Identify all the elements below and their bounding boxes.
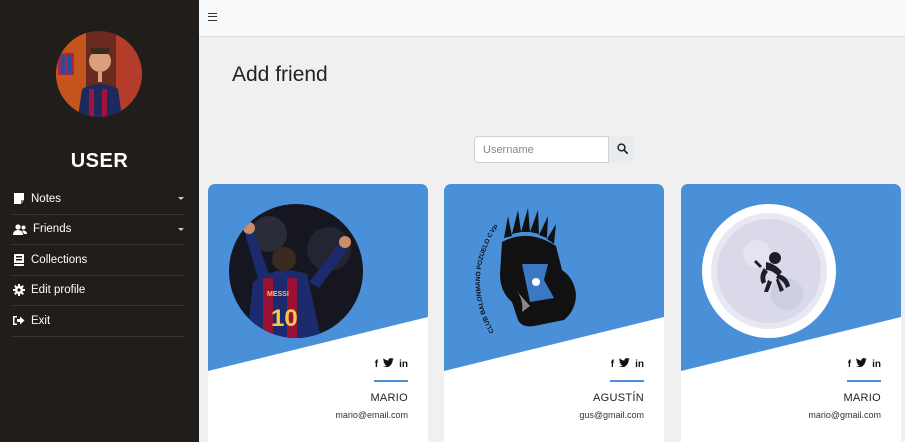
note-icon	[12, 192, 25, 205]
linkedin-icon[interactable]: in	[635, 359, 644, 370]
svg-text:CLUB BALONMANO POZUELO CVP: CLUB BALONMANO POZUELO CVP	[475, 223, 501, 334]
twitter-icon[interactable]	[383, 358, 395, 370]
twitter-icon[interactable]	[619, 358, 631, 370]
sidebar: USER Notes Friends Collections Edit prof…	[0, 0, 199, 442]
facebook-icon[interactable]: f	[375, 359, 378, 370]
chevron-down-icon	[178, 227, 184, 231]
friend-name: MARIO	[843, 392, 881, 404]
friend-email: mario@email.com	[335, 410, 408, 420]
users-icon	[12, 223, 27, 236]
friend-card[interactable]: MESSI 10 f in MARIO mario@email.com	[208, 184, 428, 442]
linkedin-icon[interactable]: in	[872, 359, 881, 370]
friend-photo	[702, 204, 836, 343]
sidebar-item-label: Collections	[31, 253, 88, 266]
sidebar-item-edit-profile[interactable]: Edit profile	[12, 276, 184, 306]
book-icon	[12, 253, 25, 266]
divider	[610, 380, 644, 382]
friend-photo: CLUB BALONMANO POZUELO CVP	[464, 202, 594, 347]
top-bar	[199, 0, 905, 37]
sidebar-item-label: Exit	[31, 314, 51, 327]
sidebar-item-notes[interactable]: Notes	[12, 184, 184, 215]
sidebar-item-label: Friends	[33, 223, 72, 236]
search-input[interactable]	[474, 136, 609, 163]
social-links: f in	[611, 358, 644, 370]
page-title: Add friend	[232, 63, 328, 86]
social-links: f in	[375, 358, 408, 370]
sidebar-nav: Notes Friends Collections Edit profile E…	[0, 184, 199, 337]
social-links: f in	[848, 358, 881, 370]
friend-card[interactable]: f in MARIO mario@gmail.com	[681, 184, 901, 442]
sidebar-item-label: Notes	[31, 192, 62, 205]
search-icon	[616, 141, 628, 159]
svg-text:10: 10	[271, 305, 298, 332]
friend-card[interactable]: CLUB BALONMANO POZUELO CVP f in AGUSTÍN …	[444, 184, 664, 442]
sidebar-item-friends[interactable]: Friends	[12, 215, 184, 245]
sidebar-item-collections[interactable]: Collections	[12, 245, 184, 276]
avatar[interactable]	[56, 31, 142, 117]
svg-text:MESSI: MESSI	[267, 291, 289, 298]
exit-icon	[12, 314, 25, 327]
twitter-icon[interactable]	[856, 358, 868, 370]
search-button[interactable]	[609, 136, 635, 163]
friend-name: MARIO	[370, 392, 408, 404]
username-label: USER	[70, 150, 129, 172]
friend-email: mario@gmail.com	[808, 410, 881, 420]
friend-email: gus@gmail.com	[579, 410, 644, 420]
hamburger-icon[interactable]	[208, 13, 217, 21]
gear-icon	[12, 284, 25, 297]
facebook-icon[interactable]: f	[611, 359, 614, 370]
sidebar-item-exit[interactable]: Exit	[12, 306, 184, 337]
sidebar-item-label: Edit profile	[31, 284, 86, 297]
chevron-down-icon	[178, 197, 184, 200]
facebook-icon[interactable]: f	[848, 359, 851, 370]
divider	[374, 380, 408, 382]
friend-photo: MESSI 10	[229, 204, 363, 343]
friend-name: AGUSTÍN	[593, 392, 644, 404]
divider	[847, 380, 881, 382]
linkedin-icon[interactable]: in	[399, 359, 408, 370]
